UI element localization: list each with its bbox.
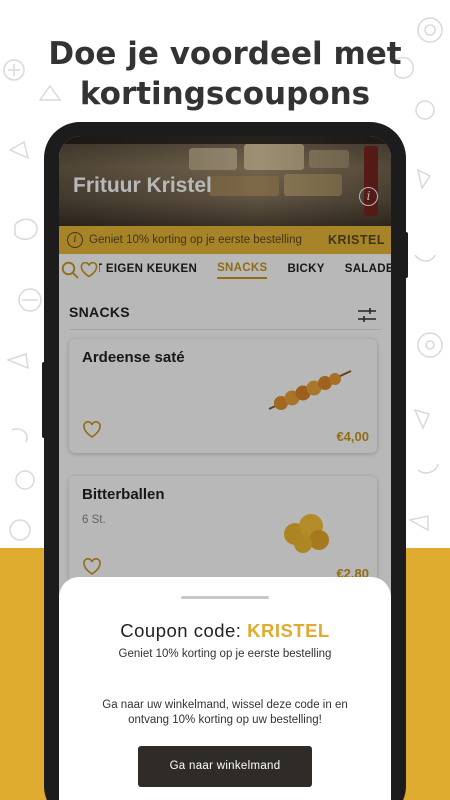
coupon-subtitle: Geniet 10% korting op je eerste bestelli… [118, 648, 332, 660]
coupon-code: KRISTEL [247, 620, 330, 641]
sheet-grabber[interactable] [181, 596, 269, 599]
phone-side-button [404, 232, 408, 278]
coupon-code-line: Coupon code: KRISTEL [59, 620, 391, 642]
coupon-instructions: Ga naar uw winkelmand, wissel deze code … [102, 699, 348, 726]
headline-line-1: Doe je voordeel met [48, 36, 402, 72]
coupon-bottom-sheet: Coupon code: KRISTEL Geniet 10% korting … [59, 577, 391, 800]
coupon-label: Coupon code: [120, 620, 242, 641]
headline-line-2: kortingscoupons [79, 76, 371, 112]
go-to-cart-button[interactable]: Ga naar winkelmand [138, 746, 312, 787]
phone-volume-button [42, 362, 46, 438]
promo-headline: Doe je voordeel met kortingscoupons [0, 34, 450, 114]
